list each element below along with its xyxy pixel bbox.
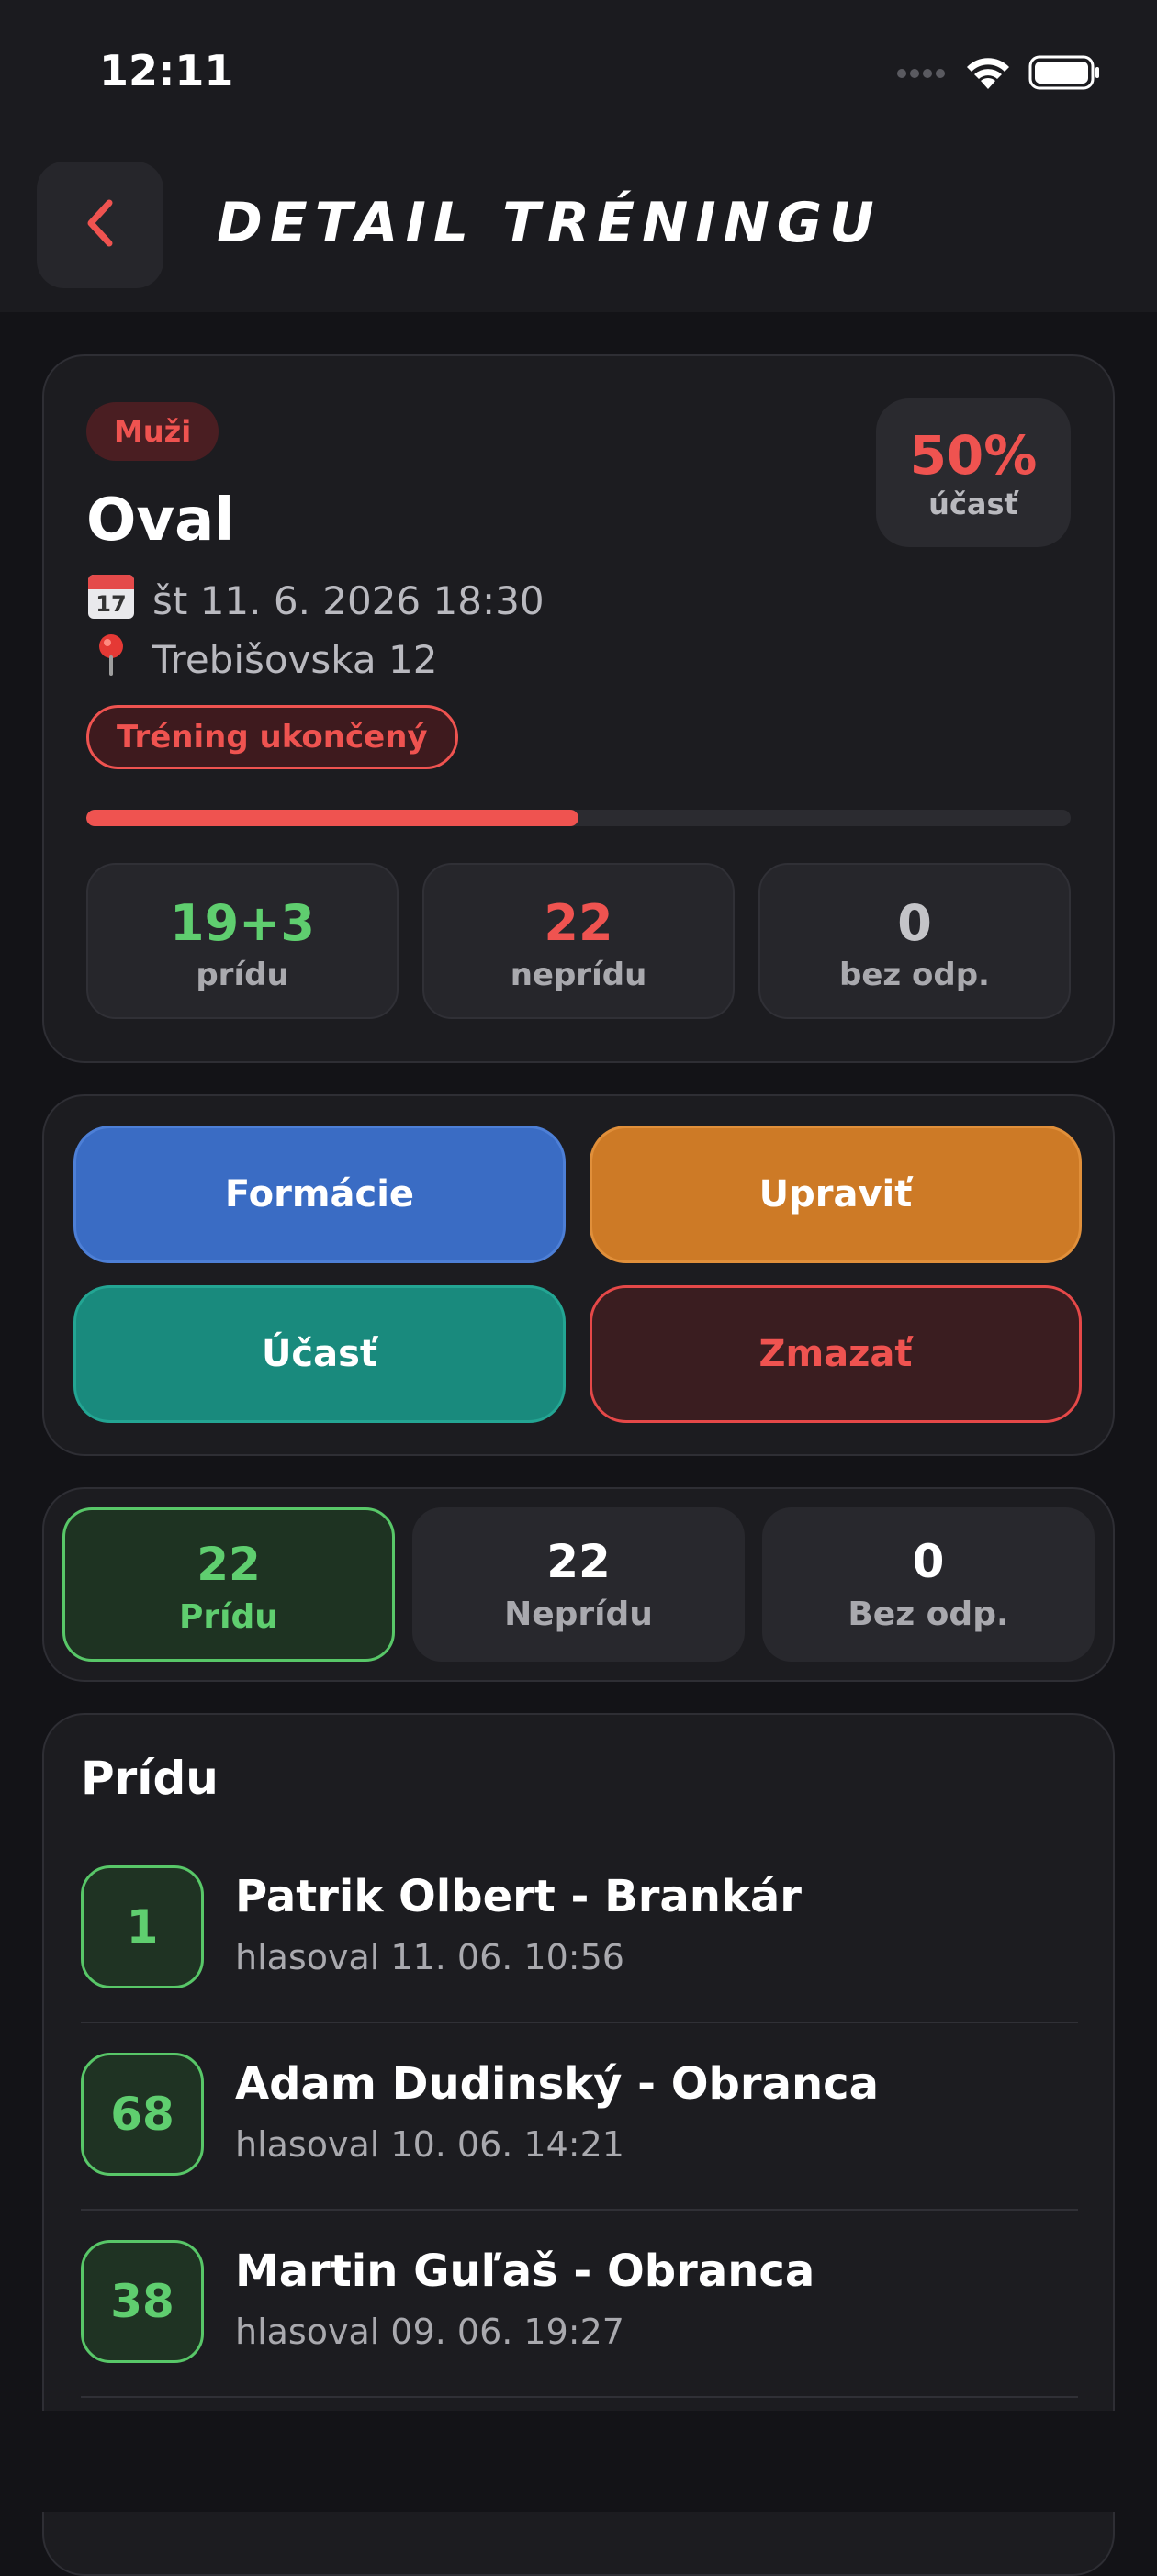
tab-no-answer[interactable]: 0 Bez odp.: [762, 1507, 1095, 1662]
tab-coming[interactable]: 22 Prídu: [62, 1507, 395, 1662]
player-number: 1: [81, 1865, 204, 1988]
player-name: Adam Dudinský - Obranca: [235, 2058, 879, 2110]
formations-button[interactable]: Formácie: [73, 1126, 566, 1263]
list-item[interactable]: 1 Patrik Olbert - Brankár hlasoval 11. 0…: [81, 1838, 1078, 2025]
tab-coming-label: Prídu: [179, 1598, 278, 1636]
list-item[interactable]: 68 Adam Dudinský - Obranca hlasoval 10. …: [81, 2025, 1078, 2212]
player-vote-time: hlasoval 11. 06. 10:56: [235, 1937, 624, 1977]
player-list-title: Prídu: [81, 1752, 219, 1805]
attendance-progress-bar: [86, 810, 1071, 826]
back-button[interactable]: [37, 162, 163, 288]
stat-no-answer: 0 bez odp.: [758, 863, 1071, 1019]
stat-coming-label: prídu: [196, 957, 289, 993]
attendance-percentage-label: účasť: [928, 487, 1018, 521]
svg-text:17: 17: [95, 591, 126, 617]
attendance-progress-fill: [86, 810, 578, 826]
list-item[interactable]: 38 Martin Guľaš - Obranca hlasoval 09. 0…: [81, 2212, 1078, 2400]
attendance-button[interactable]: Účasť: [73, 1285, 566, 1423]
divider: [81, 2396, 1078, 2398]
delete-button[interactable]: Zmazať: [590, 1285, 1082, 1423]
divider: [81, 2022, 1078, 2023]
training-location-row: Trebišovska 12: [86, 630, 437, 689]
bottom-fade: [0, 2411, 1157, 2512]
tab-not-coming[interactable]: 22 Neprídu: [412, 1507, 745, 1662]
stat-not-coming-label: neprídu: [510, 957, 647, 993]
attendance-percentage-value: 50%: [909, 424, 1038, 487]
cellular-signal-icon: [896, 66, 948, 84]
stat-no-answer-value: 0: [897, 894, 932, 952]
training-location: Trebišovska 12: [152, 636, 438, 682]
player-vote-time: hlasoval 09. 06. 19:27: [235, 2312, 624, 2352]
status-time: 12:11: [99, 46, 234, 95]
player-vote-time: hlasoval 10. 06. 14:21: [235, 2124, 624, 2165]
training-date: št 11. 6. 2026 18:30: [152, 577, 545, 623]
status-bar: 12:11: [0, 0, 1157, 156]
player-number: 68: [81, 2053, 204, 2176]
tab-no-answer-label: Bez odp.: [848, 1596, 1009, 1633]
training-date-row: 17 št 11. 6. 2026 18:30: [86, 571, 545, 630]
divider: [81, 2209, 1078, 2211]
stat-coming: 19+3 prídu: [86, 863, 399, 1019]
status-icons: [896, 51, 1102, 97]
stat-not-coming: 22 neprídu: [422, 863, 735, 1019]
tab-coming-count: 22: [197, 1538, 261, 1591]
player-name: Patrik Olbert - Brankár: [235, 1871, 802, 1922]
training-name: Oval: [86, 487, 235, 554]
pin-icon: [86, 630, 136, 689]
wifi-icon: [964, 54, 1012, 95]
tab-no-answer-count: 0: [912, 1535, 945, 1588]
attendance-percentage: 50% účasť: [876, 398, 1071, 547]
category-badge: Muži: [86, 402, 219, 461]
chevron-left-icon: [82, 196, 118, 254]
edit-button[interactable]: Upraviť: [590, 1126, 1082, 1263]
player-number: 38: [81, 2240, 204, 2363]
training-status-badge: Tréning ukončený: [86, 705, 458, 769]
stat-not-coming-value: 22: [544, 894, 613, 952]
stat-coming-value: 19+3: [170, 894, 315, 952]
page-title: DETAIL TRÉNINGU: [217, 191, 882, 255]
battery-icon: [1028, 54, 1102, 95]
calendar-icon: 17: [86, 571, 136, 630]
player-name: Martin Guľaš - Obranca: [235, 2246, 815, 2297]
stat-no-answer-label: bez odp.: [839, 957, 990, 993]
tab-not-coming-label: Neprídu: [504, 1596, 653, 1633]
tab-not-coming-count: 22: [546, 1535, 611, 1588]
